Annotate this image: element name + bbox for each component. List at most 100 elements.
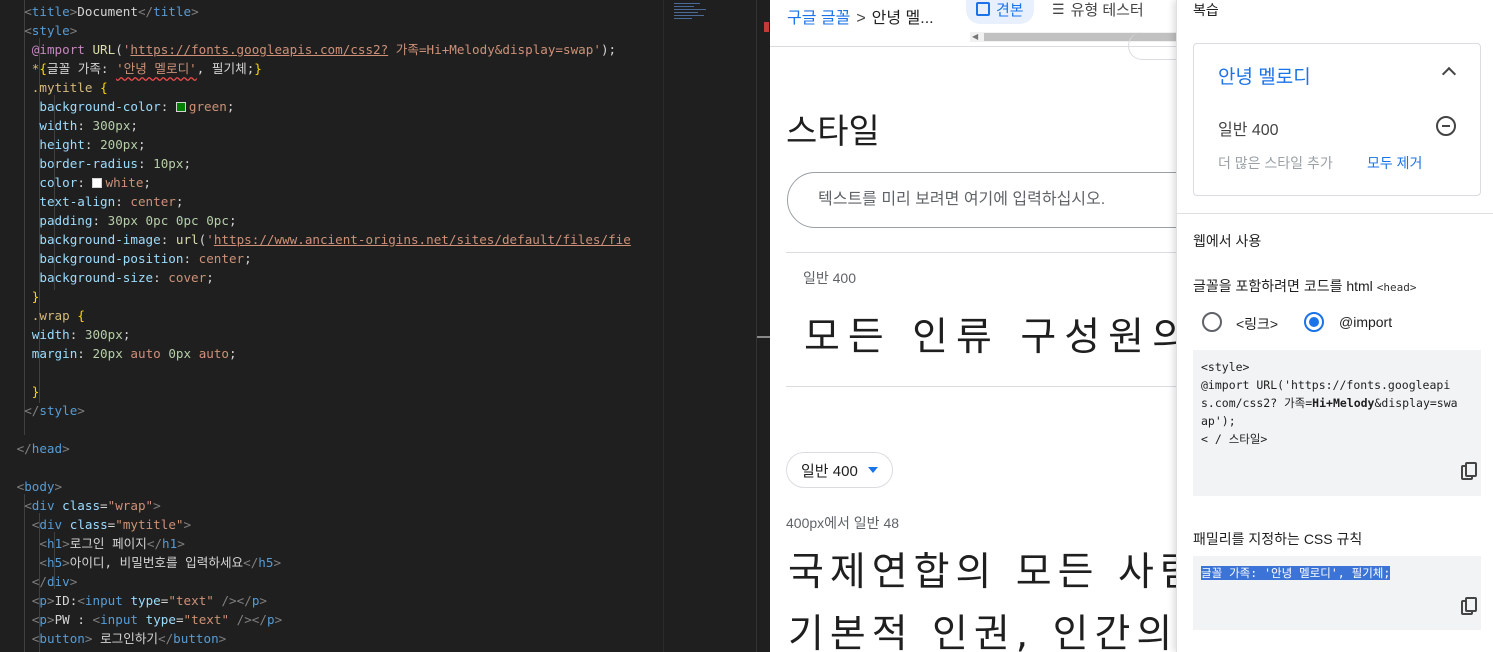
code-token: height [39, 137, 85, 152]
code-token: ); [600, 42, 617, 57]
copy-icon[interactable] [1461, 597, 1477, 615]
remove-style-icon[interactable] [1436, 116, 1456, 136]
code-token: .mytitle [31, 80, 93, 95]
code-token: ( [115, 42, 123, 57]
color-swatch-icon[interactable] [175, 102, 186, 112]
code-token: 10px [153, 156, 184, 171]
code-token: > [46, 612, 55, 627]
code-line: </head> [17, 439, 70, 458]
color-swatch-icon[interactable] [92, 178, 103, 188]
code-token: 가족=Hi+Melody&display=swap' [388, 42, 601, 57]
radio-import[interactable] [1304, 312, 1324, 332]
tab-type-tester[interactable]: ☰ 유형 테스터 [1052, 0, 1144, 24]
vertical-scrollbar[interactable] [756, 0, 757, 652]
code-token: white [105, 175, 144, 190]
code-family-token: Hi+Melody [1312, 396, 1375, 410]
chevron-up-icon[interactable] [1441, 66, 1457, 82]
code-token: < [24, 4, 32, 19]
weight-select-value: 일반 400 [801, 462, 858, 480]
code-token: 30px 0pc 0pc 0pc [107, 213, 229, 228]
code-line: text-align: center; [39, 192, 183, 211]
code-token: body [24, 479, 55, 494]
radio-link-label[interactable]: <링크> [1236, 314, 1278, 334]
code-token: h1 [46, 536, 63, 551]
family-name[interactable]: 안녕 멜로디 [1218, 62, 1311, 89]
code-token: > [69, 23, 78, 38]
code-line: margin: 20px auto 0px auto; [32, 344, 237, 363]
code-token: div [46, 574, 70, 589]
code-line: <button> 로그인하기</button> [32, 629, 226, 648]
code-token: https://www.ancient-origins.net/sites/de… [213, 232, 631, 247]
code-editor[interactable]: <title>Document</title> <style> @import UR… [0, 0, 663, 652]
code-token: > [259, 593, 267, 608]
minimap-line [674, 6, 694, 7]
code-token: </ [146, 536, 163, 551]
code-token: : [115, 194, 131, 209]
sample-line-2: 기본적 인권, 인간의 존 [788, 612, 1176, 652]
code-token: </ [31, 574, 47, 589]
code-token: color [39, 175, 78, 190]
code-token: border-radius [39, 156, 138, 171]
code-token: > [46, 593, 55, 608]
code-token: background-image [39, 232, 161, 247]
code-line: @import URL('https://fonts.googleapi [1201, 378, 1451, 392]
radio-link[interactable] [1202, 312, 1222, 332]
code-token: { [39, 61, 47, 76]
weight-select[interactable]: 일반 400 [786, 452, 893, 488]
code-line: background-size: cover; [39, 268, 213, 287]
code-token: PW : [54, 612, 93, 627]
code-token: > [177, 536, 185, 551]
embed-code-block[interactable]: <style> @import URL('https://fonts.google… [1193, 350, 1481, 496]
add-more-styles-link[interactable]: 더 많은 스타일 추가 [1218, 153, 1333, 173]
code-token: > [183, 517, 192, 532]
breadcrumb: 구글 글꼴 > 안녕 멜... [787, 4, 934, 28]
minimap[interactable] [663, 0, 771, 652]
code-token: ; [183, 156, 192, 171]
code-line: <style> [1201, 360, 1250, 374]
code-token: green [188, 99, 227, 114]
code-token: width [31, 327, 70, 342]
css-rule-text[interactable]: 글꼴 가족: '안녕 멜로디', 필기체; [1201, 566, 1391, 580]
code-token: = [175, 612, 184, 627]
code-token: auto [198, 346, 230, 361]
code-token: : [92, 213, 108, 228]
code-token: https://fonts.googleapis.com/css2? [130, 42, 389, 57]
code-token: p [39, 612, 47, 627]
code-line: padding: 30px 0pc 0pc 0pc; [39, 211, 236, 230]
family-card: 안녕 멜로디 일반 400 더 많은 스타일 추가 모두 제거 [1193, 43, 1481, 196]
code-token: , 필기체; [196, 61, 255, 76]
copy-icon[interactable] [1461, 462, 1477, 480]
code-line: <style> [24, 21, 77, 40]
css-rule-block[interactable]: 글꼴 가족: '안녕 멜로디', 필기체; [1193, 556, 1481, 630]
scroll-left-icon[interactable]: ◀ [972, 32, 978, 41]
embed-description: 글꼴을 포함하려면 코드를 html <head> [1193, 276, 1417, 296]
code-token: } [254, 61, 262, 76]
remove-all-button[interactable]: 모두 제거 [1367, 153, 1422, 173]
code-token: ; [228, 213, 237, 228]
code-token: type [130, 593, 161, 608]
code-token: .wrap [31, 308, 70, 323]
code-token: URL [92, 42, 116, 57]
code-token: background-position [39, 251, 184, 266]
breadcrumb-current: 안녕 멜... [871, 10, 934, 27]
code-token: "text" [183, 612, 230, 627]
code-line: .mytitle { [32, 78, 108, 97]
code-line: *{글꼴 가족: '안녕 멜로디', 필기체;} [32, 59, 262, 78]
preview-text-input[interactable]: 텍스트를 미리 보려면 여기에 입력하십시오. [787, 172, 1176, 228]
code-token: </ [158, 631, 174, 646]
embed-description-text: 글꼴을 포함하려면 코드를 html [1193, 278, 1373, 294]
code-token: { [100, 80, 108, 95]
code-token: > [77, 403, 85, 418]
code-token: 로그인 페이지 [69, 536, 147, 551]
code-token: 로그인하기 [92, 631, 158, 646]
radio-import-label[interactable]: @import [1339, 314, 1392, 330]
code-token: h1 [162, 536, 178, 551]
breadcrumb-root-link[interactable]: 구글 글꼴 [787, 10, 850, 27]
code-token: } [31, 289, 40, 304]
code-line: </div> [32, 572, 78, 591]
code-token: "wrap" [107, 498, 154, 513]
code-token: p [266, 612, 275, 627]
tab-specimen[interactable]: 견본 [966, 0, 1034, 24]
